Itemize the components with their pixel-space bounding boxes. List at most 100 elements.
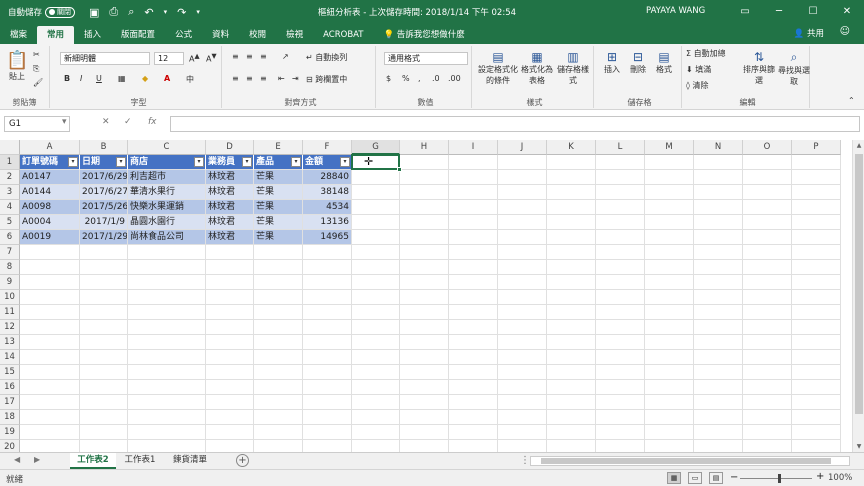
table-cell[interactable]: 2017/6/29 — [80, 170, 128, 185]
grid-cell[interactable] — [547, 395, 596, 410]
grid-cell[interactable] — [303, 290, 352, 305]
column-header-i[interactable]: I — [449, 140, 498, 155]
grid-cell[interactable] — [596, 260, 645, 275]
grid-cell[interactable] — [498, 395, 547, 410]
table-cell[interactable]: 38148 — [303, 185, 352, 200]
grid-cell[interactable] — [352, 440, 400, 452]
table-cell[interactable]: 林玟君 — [206, 230, 254, 245]
grid-cell[interactable] — [596, 410, 645, 425]
grid-cell[interactable] — [694, 440, 743, 452]
grid-cell[interactable] — [352, 410, 400, 425]
grid-cell[interactable] — [400, 275, 449, 290]
italic-icon[interactable]: I — [80, 74, 82, 83]
grid-cell[interactable] — [254, 410, 303, 425]
table-cell[interactable]: A0004 — [20, 215, 80, 230]
paste-button[interactable]: 📋 貼上 — [6, 50, 28, 82]
grid-cell[interactable] — [596, 215, 645, 230]
grid-cell[interactable] — [128, 335, 206, 350]
grid-cell[interactable] — [743, 170, 792, 185]
row-header-12[interactable]: 12 — [0, 320, 20, 335]
grid-cell[interactable] — [449, 395, 498, 410]
grid-cell[interactable] — [498, 200, 547, 215]
grid-cell[interactable] — [792, 410, 841, 425]
tab-page-layout[interactable]: 版面配置 — [111, 26, 165, 44]
redo-icon[interactable]: ↷ — [177, 6, 186, 19]
grid-cell[interactable] — [303, 260, 352, 275]
grid-cell[interactable] — [645, 425, 694, 440]
grid-cell[interactable] — [792, 185, 841, 200]
row-header-11[interactable]: 11 — [0, 305, 20, 320]
name-box[interactable]: G1 — [4, 116, 70, 132]
grid-cell[interactable] — [400, 305, 449, 320]
tab-data[interactable]: 資料 — [202, 26, 239, 44]
close-icon[interactable]: ✕ — [830, 0, 864, 24]
grid-cell[interactable] — [694, 245, 743, 260]
grid-cell[interactable] — [128, 320, 206, 335]
table-header-cell[interactable]: 產品 ▾ — [254, 155, 303, 170]
grid-cell[interactable] — [694, 365, 743, 380]
clear-button[interactable]: ◊ 清除 — [686, 80, 709, 91]
grid-cell[interactable] — [694, 290, 743, 305]
grid-cell[interactable] — [596, 395, 645, 410]
grid-cell[interactable] — [547, 350, 596, 365]
row-header-13[interactable]: 13 — [0, 335, 20, 350]
tab-home[interactable]: 常用 — [37, 26, 75, 44]
row-header-8[interactable]: 8 — [0, 260, 20, 275]
column-header-b[interactable]: B — [80, 140, 128, 155]
table-cell[interactable]: 芒果 — [254, 170, 303, 185]
save-as-icon[interactable]: ⎙ — [109, 5, 118, 19]
grid-cell[interactable] — [254, 365, 303, 380]
insert-function-icon[interactable]: fx — [148, 117, 157, 127]
grid-cell[interactable] — [254, 290, 303, 305]
grid-cell[interactable] — [206, 320, 254, 335]
table-cell[interactable]: 4534 — [303, 200, 352, 215]
grid-cell[interactable] — [206, 425, 254, 440]
grid-cell[interactable] — [694, 275, 743, 290]
grid-cell[interactable] — [20, 335, 80, 350]
grid-cell[interactable] — [792, 425, 841, 440]
grid-cell[interactable] — [547, 320, 596, 335]
grid-cell[interactable] — [128, 305, 206, 320]
grid-cell[interactable] — [400, 380, 449, 395]
undo-icon[interactable]: ↶ — [144, 6, 153, 19]
zoom-level[interactable]: 100% — [828, 473, 852, 483]
grid-cell[interactable] — [400, 440, 449, 452]
font-name-dropdown[interactable]: 新細明體 — [60, 52, 150, 65]
grid-cell[interactable] — [449, 425, 498, 440]
grid-cell[interactable] — [80, 260, 128, 275]
grid-cell[interactable] — [449, 290, 498, 305]
grid-cell[interactable] — [206, 290, 254, 305]
grid-cell[interactable] — [449, 215, 498, 230]
grid-cell[interactable] — [792, 215, 841, 230]
format-painter-icon[interactable]: 🖌 — [33, 78, 43, 87]
row-header-2[interactable]: 2 — [0, 170, 20, 185]
add-sheet-icon[interactable]: + — [236, 454, 249, 467]
grid-cell[interactable] — [694, 170, 743, 185]
column-header-h[interactable]: H — [400, 140, 449, 155]
grid-cell[interactable] — [498, 320, 547, 335]
grid-cell[interactable] — [694, 230, 743, 245]
fill-handle[interactable] — [397, 167, 402, 172]
grid-cell[interactable] — [400, 260, 449, 275]
table-cell[interactable]: 2017/1/9 — [80, 215, 128, 230]
zoom-in-icon[interactable]: + — [816, 471, 824, 482]
grid-cell[interactable] — [20, 380, 80, 395]
grid-cell[interactable] — [547, 260, 596, 275]
format-as-table-button[interactable]: ▦ 格式化為表格 — [520, 50, 554, 86]
grid-cell[interactable] — [694, 350, 743, 365]
grid-cell[interactable] — [352, 170, 400, 185]
table-cell[interactable]: 芒果 — [254, 200, 303, 215]
grid-cell[interactable] — [645, 230, 694, 245]
table-cell[interactable]: 利吉超市 — [128, 170, 206, 185]
grid-cell[interactable] — [498, 260, 547, 275]
comma-icon[interactable]: , — [418, 74, 421, 83]
vertical-scrollbar[interactable]: ▲ ▼ — [852, 140, 864, 452]
tab-insert[interactable]: 插入 — [74, 26, 111, 44]
grid-cell[interactable] — [596, 365, 645, 380]
insert-cells-button[interactable]: ⊞ 插入 — [600, 50, 624, 75]
grid-cell[interactable] — [449, 320, 498, 335]
row-header-1[interactable]: 1 — [0, 155, 20, 170]
grid-cell[interactable] — [20, 395, 80, 410]
grid-cell[interactable] — [498, 290, 547, 305]
row-header-7[interactable]: 7 — [0, 245, 20, 260]
